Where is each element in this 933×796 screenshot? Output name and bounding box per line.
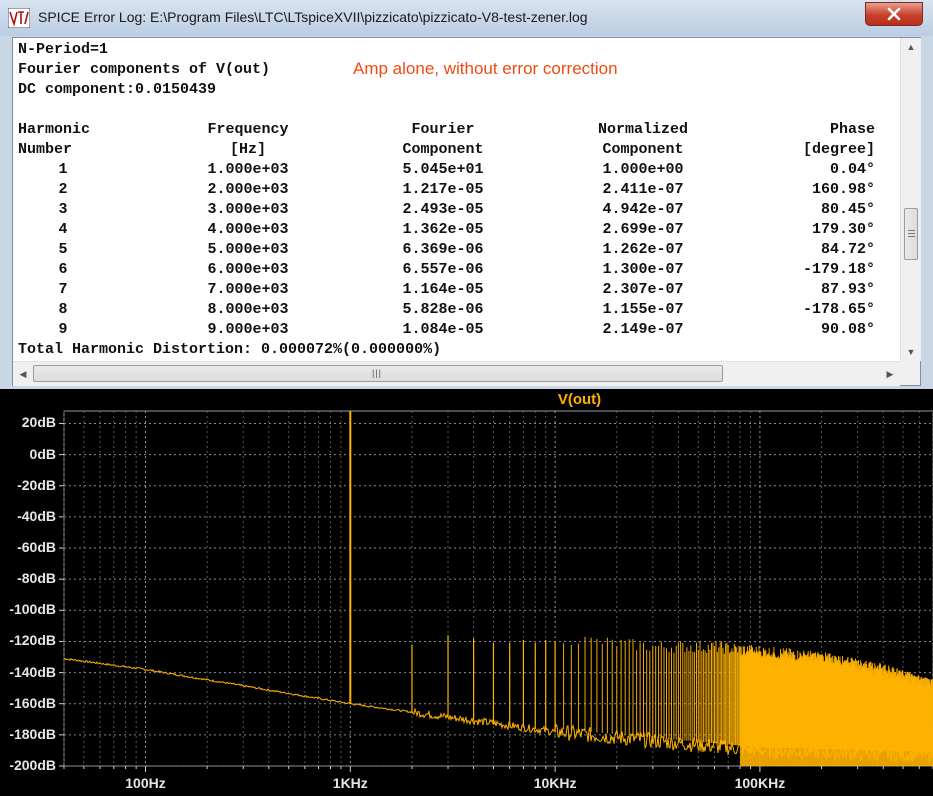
series-dense-fill: [740, 648, 933, 766]
window-title: SPICE Error Log: E:\Program Files\LTC\LT…: [38, 9, 588, 25]
x-tick-label: 1KHz: [332, 775, 368, 791]
log-line-thd: Total Harmonic Distortion: 0.000072%(0.0…: [18, 341, 442, 358]
table-row-number: 9: [58, 321, 68, 338]
table-subheader-col4: Component: [602, 141, 684, 158]
table-row-cell: 5.045e+01: [402, 161, 484, 178]
table-row-cell: 2.307e-07: [602, 281, 684, 298]
table-row-cell: 5.828e-06: [402, 301, 484, 318]
table-row-cell: 1.000e+00: [602, 161, 684, 178]
y-tick-label: 0dB: [29, 445, 56, 462]
table-row-cell: 4.000e+03: [207, 221, 289, 238]
table-row-cell: 5.000e+03: [207, 241, 289, 258]
table-row-number: 2: [58, 181, 68, 198]
table-row-cell: 6.369e-06: [402, 241, 484, 258]
y-tick-label: -180dB: [9, 725, 56, 742]
table-row-cell: 8.000e+03: [207, 301, 289, 318]
table-header-col4: Normalized: [597, 121, 688, 138]
table-row-number: 8: [58, 301, 68, 318]
y-tick-label: -100dB: [9, 601, 56, 618]
scroll-down-icon[interactable]: ▼: [901, 343, 921, 361]
y-tick-label: 20dB: [21, 414, 56, 431]
table-header-col2: Frequency: [207, 121, 289, 138]
table-row-number: 3: [58, 201, 68, 218]
table-row-cell: 1.155e-07: [602, 301, 684, 318]
table-row-number: 6: [58, 261, 68, 278]
ltspice-icon: [8, 8, 30, 28]
horizontal-scrollbar[interactable]: ◀ ||| ▶: [13, 361, 900, 386]
table-row-cell: -179.18°: [802, 261, 875, 278]
table-subheader-col5: [degree]: [802, 141, 875, 158]
table-row-number: 7: [58, 281, 68, 298]
table-row-cell: 2.699e-07: [602, 221, 684, 238]
log-line-nperiod: N-Period=1: [18, 41, 109, 58]
y-tick-label: -40dB: [17, 507, 56, 524]
table-row-cell: 2.411e-07: [602, 181, 684, 198]
table-row-cell: 160.98°: [811, 181, 875, 198]
y-tick-label: -80dB: [17, 570, 56, 587]
close-icon: [887, 7, 901, 21]
table-row-cell: 9.000e+03: [207, 321, 289, 338]
scrollbar-corner: [900, 361, 920, 385]
table-row-cell: 1.000e+03: [207, 161, 289, 178]
table-header-col3: Fourier: [411, 121, 475, 138]
table-row-cell: 1.262e-07: [602, 241, 684, 258]
y-tick-label: -120dB: [9, 632, 56, 649]
annotation-note: Amp alone, without error correction: [353, 59, 618, 78]
table-row-cell: 0.04°: [829, 161, 875, 178]
table-header-col5: Phase: [829, 121, 875, 138]
scroll-right-icon[interactable]: ▶: [880, 365, 900, 383]
table-row-cell: 6.000e+03: [207, 261, 289, 278]
spice-error-log-window: SPICE Error Log: E:\Program Files\LTC\LT…: [0, 0, 933, 393]
log-line-dc: DC component:0.0150439: [18, 81, 217, 98]
log-content: N-Period=1 Fourier components of V(out) DC…: [13, 38, 900, 361]
y-tick-label: -60dB: [17, 539, 56, 556]
table-row-cell: 1.217e-05: [402, 181, 484, 198]
y-tick-label: -200dB: [9, 757, 56, 773]
table-row-cell: -178.65°: [802, 301, 875, 318]
plot-title: V(out): [557, 391, 602, 408]
title-bar[interactable]: SPICE Error Log: E:\Program Files\LTC\LT…: [0, 0, 933, 36]
table-subheader-col1: Number: [18, 141, 73, 158]
table-row-cell: 80.45°: [820, 201, 875, 218]
vertical-scroll-thumb[interactable]: [904, 208, 918, 260]
table-row-cell: 1.164e-05: [402, 281, 484, 298]
x-tick-label: 100Hz: [125, 775, 166, 791]
table-row-cell: 2.000e+03: [207, 181, 289, 198]
table-row-cell: 1.362e-05: [402, 221, 484, 238]
x-tick-label: 100KHz: [734, 775, 786, 791]
log-text-area[interactable]: N-Period=1 Fourier components of V(out) DC…: [12, 37, 921, 386]
log-line-fourier: Fourier components of V(out): [18, 61, 271, 78]
horizontal-scroll-thumb[interactable]: |||: [33, 365, 723, 382]
table-row-cell: 2.149e-07: [602, 321, 684, 338]
scroll-up-icon[interactable]: ▲: [901, 38, 921, 56]
table-row-cell: 3.000e+03: [207, 201, 289, 218]
y-tick-label: -140dB: [9, 663, 56, 680]
table-row-cell: 1.084e-05: [402, 321, 484, 338]
table-row-cell: 84.72°: [820, 241, 875, 258]
x-tick-label: 10KHz: [533, 775, 577, 791]
table-row-cell: 90.08°: [820, 321, 875, 338]
scroll-left-icon[interactable]: ◀: [13, 365, 33, 383]
table-row-cell: 2.493e-05: [402, 201, 484, 218]
table-header-col1: Harmonic: [18, 121, 91, 138]
table-row-cell: 7.000e+03: [207, 281, 289, 298]
table-row-number: 1: [58, 161, 68, 178]
table-row-number: 5: [58, 241, 68, 258]
table-subheader-col2: [Hz]: [229, 141, 266, 158]
table-row-number: 4: [58, 221, 68, 238]
table-subheader-col3: Component: [402, 141, 484, 158]
table-row-cell: 4.942e-07: [602, 201, 684, 218]
table-row-cell: 87.93°: [820, 281, 875, 298]
vertical-scrollbar[interactable]: ▲ ▼: [900, 38, 921, 361]
plot-canvas[interactable]: [0, 389, 933, 796]
close-button[interactable]: [865, 2, 923, 26]
table-row-cell: 179.30°: [811, 221, 875, 238]
waveform-plot[interactable]: V(out) 20dB 0dB -20dB -40dB -60dB -80dB -100dB…: [0, 389, 933, 796]
y-tick-label: -20dB: [17, 476, 56, 493]
table-row-cell: 6.557e-06: [402, 261, 484, 278]
y-tick-label: -160dB: [9, 694, 56, 711]
table-row-cell: 1.300e-07: [602, 261, 684, 278]
